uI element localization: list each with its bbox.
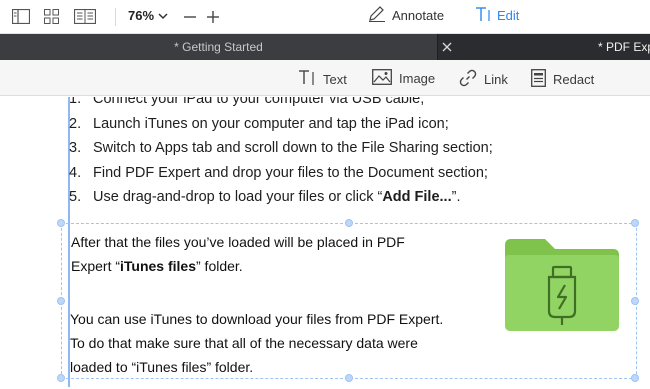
image-tool-label: Image bbox=[399, 71, 436, 86]
text-tool-label: Text bbox=[323, 71, 347, 87]
grid-icon[interactable] bbox=[44, 9, 59, 24]
image-tool-button[interactable]: Image bbox=[372, 69, 435, 88]
redact-icon bbox=[531, 69, 546, 90]
tab-label: * Getting Started bbox=[174, 40, 263, 54]
resize-handle[interactable] bbox=[631, 219, 639, 227]
top-toolbar: 76% Annotate Edit bbox=[0, 0, 650, 34]
chevron-down-icon bbox=[158, 8, 168, 23]
list-item: 3. Switch to Apps tab and scroll down to … bbox=[69, 140, 493, 156]
resize-handle[interactable] bbox=[631, 374, 639, 382]
steps-list[interactable]: 1. Connect your iPad to your computer via… bbox=[69, 97, 493, 210]
book-icon[interactable] bbox=[74, 9, 96, 24]
paragraph-download[interactable]: You can use iTunes to download your file… bbox=[70, 307, 450, 379]
close-icon[interactable] bbox=[440, 40, 454, 54]
text-tool-button[interactable]: Text bbox=[298, 69, 347, 89]
plus-icon[interactable] bbox=[206, 10, 220, 24]
paragraph-itunes-folder[interactable]: After that the files you’ve loaded will … bbox=[71, 230, 431, 278]
edit-tools-bar: Text Image Link Redact bbox=[0, 60, 650, 96]
zoom-value: 76% bbox=[128, 8, 155, 23]
sidebar-icon[interactable] bbox=[12, 9, 30, 24]
list-item: 2. Launch iTunes on your computer and tap… bbox=[69, 115, 449, 132]
zoom-selector[interactable]: 76% bbox=[128, 8, 168, 23]
minus-icon[interactable] bbox=[183, 10, 197, 24]
list-item: 5. Use drag-and-drop to load your files o… bbox=[69, 189, 461, 205]
list-item: 4. Find PDF Expert and drop your files to… bbox=[69, 164, 488, 181]
tab-getting-started[interactable]: * Getting Started bbox=[0, 34, 437, 60]
text-cursor-icon bbox=[475, 6, 491, 25]
tab-pdf-expert[interactable]: * PDF Exp bbox=[437, 34, 650, 60]
link-tool-button[interactable]: Link bbox=[459, 69, 508, 90]
text-tool-icon bbox=[298, 69, 316, 89]
document-page: 1. Connect your iPad to your computer via… bbox=[0, 97, 650, 389]
edit-mode-button[interactable]: Edit bbox=[475, 6, 519, 25]
list-item: 1. Connect your iPad to your computer via… bbox=[69, 97, 425, 107]
resize-handle[interactable] bbox=[57, 374, 65, 382]
image-icon bbox=[372, 69, 392, 88]
resize-handle[interactable] bbox=[57, 219, 65, 227]
redact-tool-button[interactable]: Redact bbox=[531, 69, 594, 90]
resize-handle[interactable] bbox=[57, 297, 65, 305]
tab-label: * PDF Exp bbox=[598, 40, 650, 54]
resize-handle[interactable] bbox=[345, 219, 353, 227]
redact-tool-label: Redact bbox=[553, 72, 595, 87]
link-icon bbox=[459, 69, 477, 90]
toolbar-divider bbox=[115, 8, 116, 26]
edit-label: Edit bbox=[497, 8, 520, 23]
link-tool-label: Link bbox=[484, 72, 508, 87]
tab-bar: * Getting Started * PDF Exp bbox=[0, 34, 650, 60]
resize-handle[interactable] bbox=[631, 297, 639, 305]
annotate-label: Annotate bbox=[392, 8, 445, 23]
pen-icon bbox=[368, 6, 386, 25]
annotate-mode-button[interactable]: Annotate bbox=[368, 6, 444, 25]
usb-folder-icon bbox=[503, 237, 621, 333]
